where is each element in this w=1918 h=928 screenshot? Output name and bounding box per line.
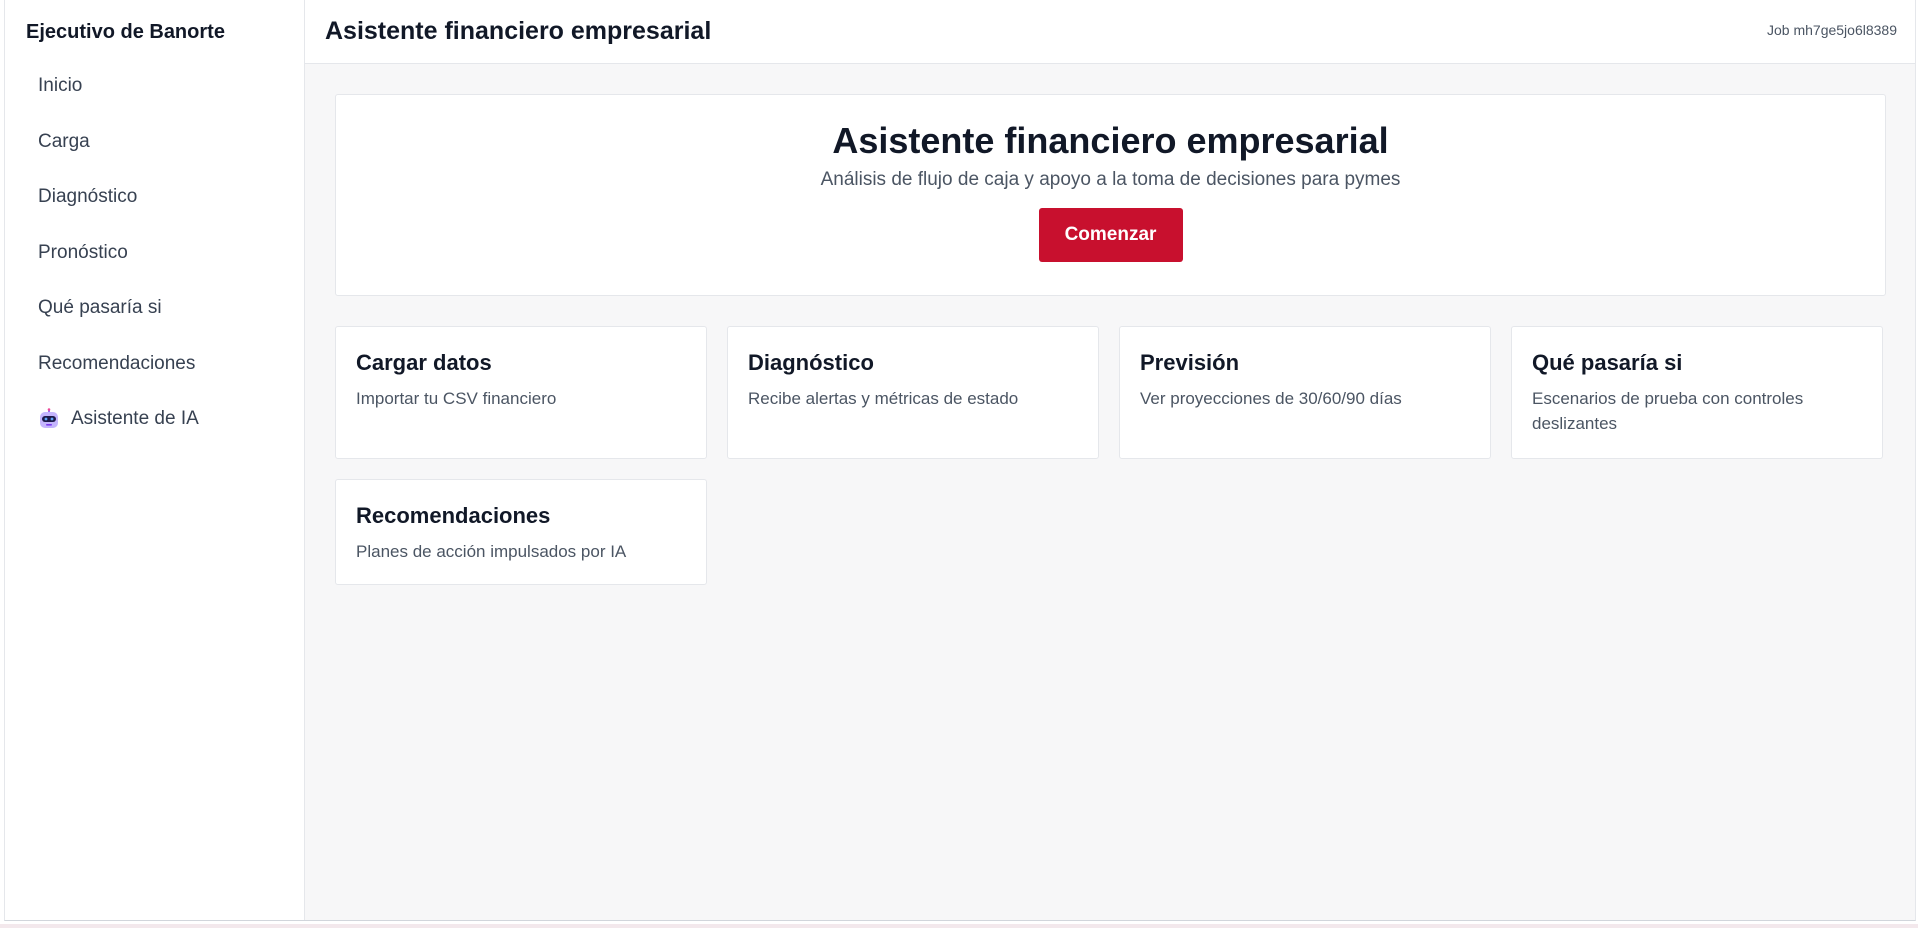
content-area: Asistente financiero empresarial Análisi…: [305, 64, 1915, 585]
sidebar-item-label: Qué pasaría si: [38, 297, 162, 318]
sidebar-item-label: Recomendaciones: [38, 352, 196, 374]
sidebar-item-label: Diagnóstico: [38, 186, 138, 207]
card-recomendaciones[interactable]: Recomendaciones Planes de acción impulsa…: [335, 479, 707, 585]
sidebar-nav: Inicio Carga Diagnóstico Pronóstico Qué …: [5, 66, 304, 439]
card-title: Cargar datos: [356, 350, 492, 375]
sidebar-item-inicio[interactable]: Inicio: [5, 66, 304, 106]
job-id-label: Job mh7ge5jo6l8389: [1767, 22, 1897, 38]
card-que-pasaria-si[interactable]: Qué pasaría si Escenarios de prueba con …: [1511, 326, 1883, 459]
sidebar-item-pronostico[interactable]: Pronóstico: [5, 233, 304, 273]
app-window: Ejecutivo de Banorte Inicio Carga Diagnó…: [4, 0, 1916, 921]
hero-subtitle: Análisis de flujo de caja y apoyo a la t…: [820, 169, 1401, 190]
card-title: Qué pasaría si: [1532, 350, 1683, 375]
card-title: Diagnóstico: [748, 350, 874, 375]
sidebar-item-que-pasaria-si[interactable]: Qué pasaría si: [5, 288, 304, 328]
card-description: Recibe alertas y métricas de estado: [748, 389, 1019, 408]
card-description: Importar tu CSV financiero: [356, 389, 557, 408]
card-description: Planes de acción impulsados por IA: [356, 542, 627, 561]
sidebar-item-asistente-ia[interactable]: Asistente de IA: [5, 399, 304, 439]
hero-title: Asistente financiero empresarial: [832, 120, 1389, 161]
card-cargar-datos[interactable]: Cargar datos Importar tu CSV financiero: [335, 326, 707, 459]
brand-name: Ejecutivo de Banorte: [26, 21, 225, 43]
comenzar-button[interactable]: Comenzar: [1038, 208, 1183, 262]
sidebar-item-label: Asistente de IA: [71, 408, 199, 429]
bottom-edge: [0, 924, 1918, 928]
main-area: Asistente financiero empresarial Job mh7…: [305, 0, 1915, 920]
sidebar-item-label: Carga: [38, 130, 90, 152]
card-prevision[interactable]: Previsión Ver proyecciones de 30/60/90 d…: [1119, 326, 1491, 459]
top-bar: Asistente financiero empresarial Job mh7…: [305, 0, 1915, 64]
hero-panel: Asistente financiero empresarial Análisi…: [335, 94, 1886, 296]
card-description: Ver proyecciones de 30/60/90 días: [1140, 389, 1402, 408]
card-diagnostico[interactable]: Diagnóstico Recibe alertas y métricas de…: [727, 326, 1099, 459]
sidebar: Ejecutivo de Banorte Inicio Carga Diagnó…: [5, 0, 305, 920]
sidebar-item-diagnostico[interactable]: Diagnóstico: [5, 177, 304, 217]
robot-icon: [38, 408, 60, 430]
card-title: Recomendaciones: [356, 503, 551, 528]
card-title: Previsión: [1140, 350, 1240, 375]
sidebar-item-carga[interactable]: Carga: [5, 122, 304, 162]
sidebar-item-label: Pronóstico: [38, 241, 128, 263]
sidebar-item-recomendaciones[interactable]: Recomendaciones: [5, 344, 304, 384]
card-description: Escenarios de prueba con controles desli…: [1532, 389, 1804, 433]
feature-cards: Cargar datos Importar tu CSV financiero …: [335, 326, 1886, 585]
page-title: Asistente financiero empresarial: [325, 17, 712, 45]
sidebar-item-label: Inicio: [38, 75, 83, 96]
